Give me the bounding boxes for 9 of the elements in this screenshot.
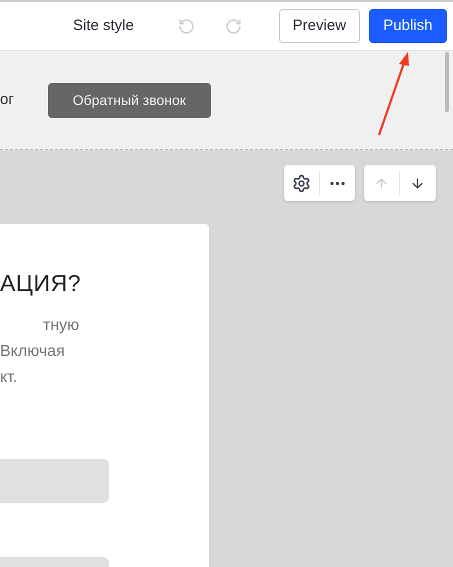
- input-field[interactable]: [0, 459, 109, 503]
- site-style-button[interactable]: Site style: [73, 14, 134, 38]
- preview-button[interactable]: Preview: [278, 9, 360, 43]
- publish-button[interactable]: Publish: [368, 9, 447, 43]
- scrollbar[interactable]: [445, 52, 449, 112]
- callback-button[interactable]: Обратный звонок: [48, 82, 211, 118]
- card-heading: АЦИЯ?: [0, 269, 82, 297]
- card-paragraph: тную Включая кт.: [0, 316, 80, 388]
- nav-link[interactable]: ог: [0, 88, 14, 112]
